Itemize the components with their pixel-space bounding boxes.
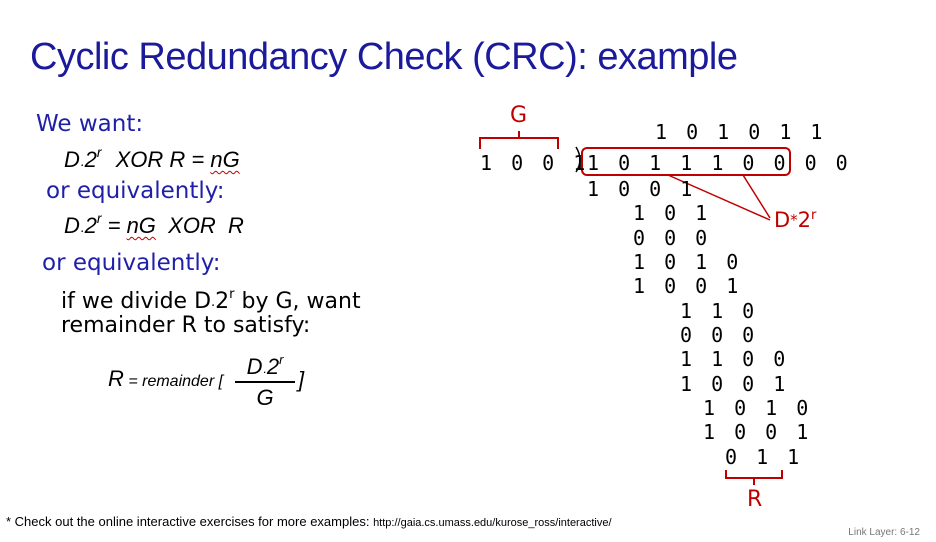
footnote-text: * Check out the online interactive exerc…: [6, 514, 374, 529]
division-row: 0 0 0: [680, 323, 758, 347]
division-row: 1 1 0: [680, 299, 758, 323]
d2r-pointer-2: [742, 174, 771, 219]
d2r-label: D*2r: [774, 208, 816, 232]
g-label: G: [510, 103, 528, 128]
division-row: 1 0 0 1: [703, 420, 812, 444]
slide-number-label: Link Layer: 6-12: [848, 527, 920, 538]
remainder-row: 0 1 1: [725, 445, 803, 469]
footnote-link[interactable]: http://gaia.cs.umass.edu/kurose_ross/int…: [373, 517, 611, 529]
division-row: 1 0 0 1: [633, 274, 742, 298]
d2r-two: 2: [797, 208, 812, 232]
r-brace: [725, 470, 783, 485]
footnote: * Check out the online interactive exerc…: [6, 514, 612, 529]
division-row: 1 0 0 1: [680, 372, 789, 396]
division-row: 1 1 0 0: [680, 347, 789, 371]
r-label: R: [747, 487, 763, 512]
quotient: 1 0 1 0 1 1: [655, 120, 826, 144]
division-row: 0 0 0: [633, 226, 711, 250]
division-row: 1 0 1 0: [633, 250, 742, 274]
division-row: 1 0 0 1: [587, 177, 696, 201]
dividend: 1 0 1 1 1 0 0 0 0: [587, 151, 852, 175]
d2r-r: r: [811, 208, 817, 223]
division-row: 1 0 1 0: [703, 396, 812, 420]
d2r-d: D: [774, 208, 791, 232]
divisor: 1 0 0 1: [480, 151, 589, 175]
d2r-star: *: [790, 211, 798, 229]
g-brace: [479, 131, 559, 149]
division-row: 1 0 1: [633, 201, 711, 225]
